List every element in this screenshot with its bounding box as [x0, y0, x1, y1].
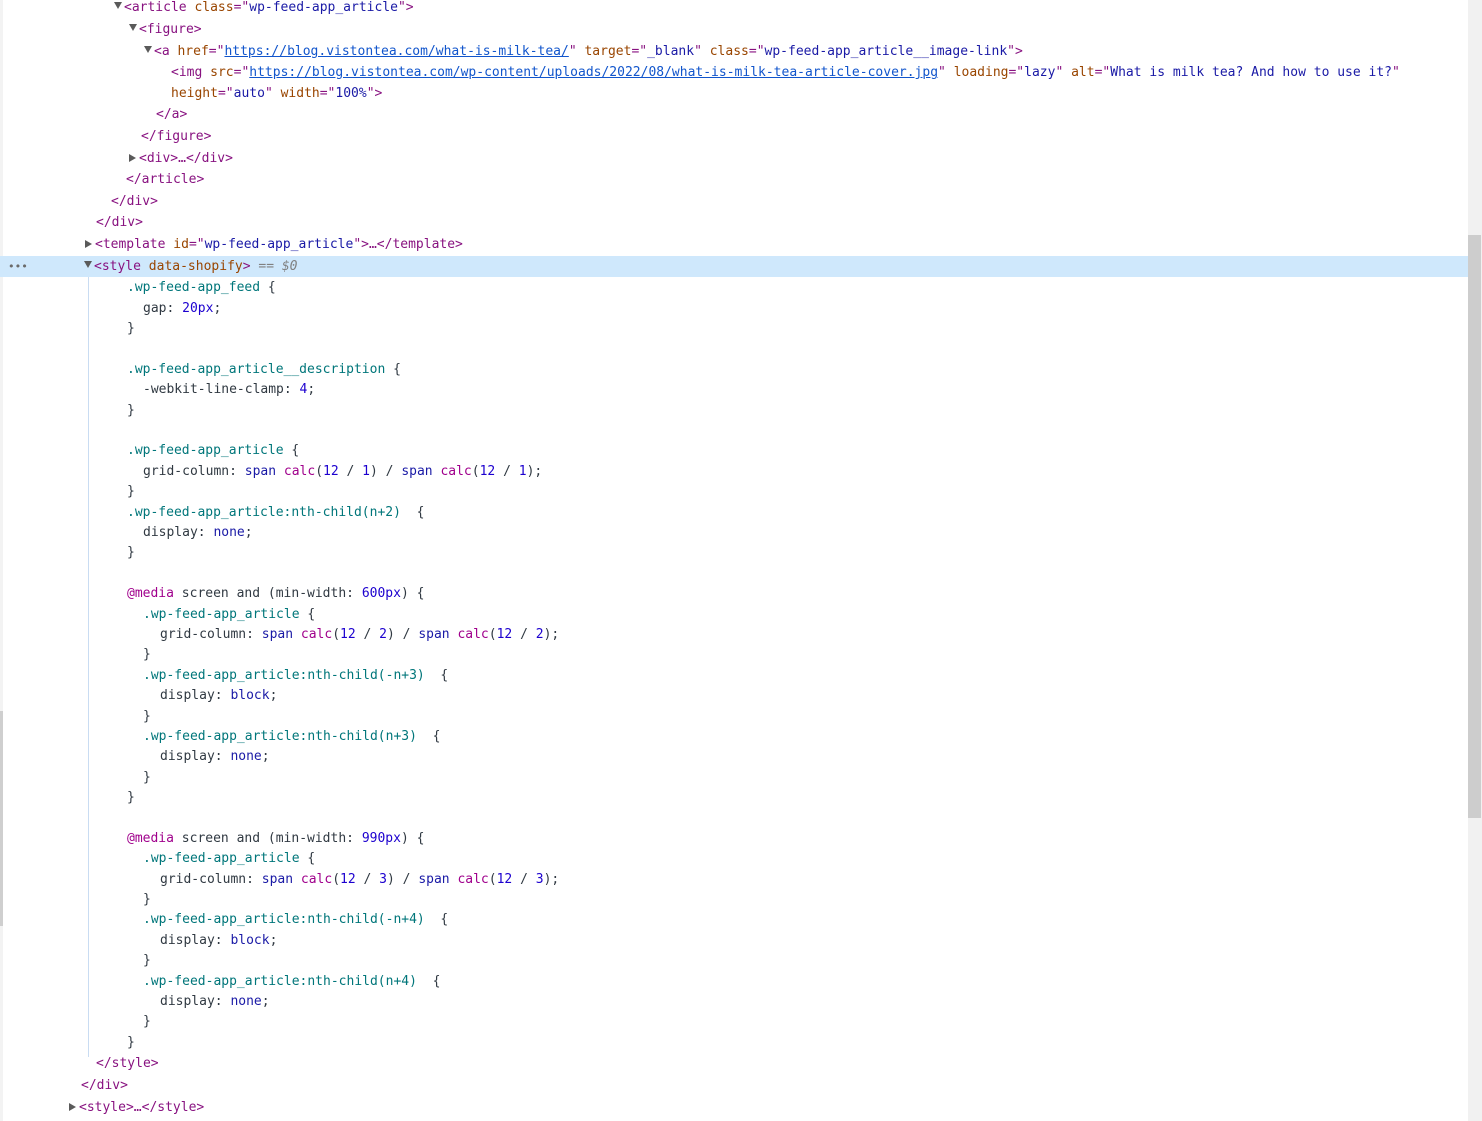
css-line: .wp-feed-app_article__description {: [127, 362, 401, 377]
dom-node-img-cont[interactable]: height="auto" width="100%">: [0, 84, 1468, 104]
css-line: }: [143, 709, 151, 724]
css-line: }: [143, 892, 151, 907]
dom-node-a-close[interactable]: </a>: [0, 105, 1468, 125]
dom-node-a[interactable]: <a href="https://blog.vistontea.com/what…: [0, 42, 1468, 62]
dom-node-div-collapsed[interactable]: <div>…</div>: [0, 149, 1468, 169]
dom-node-figure[interactable]: <figure>: [0, 20, 1468, 40]
css-line: }: [127, 403, 135, 418]
css-line: grid-column: span calc(12 / 3) / span ca…: [160, 872, 560, 887]
css-line: grid-column: span calc(12 / 2) / span ca…: [160, 627, 560, 642]
css-line: }: [127, 1035, 135, 1050]
dom-node-div-close[interactable]: </div>: [0, 213, 1468, 233]
css-line: }: [143, 647, 151, 662]
css-line: @media screen and (min-width: 600px) {: [127, 586, 425, 601]
css-line: -webkit-line-clamp: 4;: [143, 382, 316, 397]
css-line: .wp-feed-app_article {: [143, 851, 316, 866]
dom-node-style-collapsed[interactable]: <style>…</style>: [0, 1098, 1468, 1118]
collapse-triangle-icon[interactable]: [85, 239, 92, 248]
css-line: }: [143, 1014, 151, 1029]
dom-node-img[interactable]: <img src="https://blog.vistontea.com/wp-…: [0, 63, 1468, 83]
css-line: }: [127, 545, 135, 560]
css-line: display: none;: [160, 994, 270, 1009]
more-options-icon[interactable]: •••: [8, 256, 28, 277]
attr-value: wp-feed-app_article: [249, 0, 398, 15]
css-line: }: [143, 953, 151, 968]
css-line: .wp-feed-app_article:nth-child(n+3) {: [143, 729, 441, 744]
css-line: @media screen and (min-width: 990px) {: [127, 831, 425, 846]
css-line: .wp-feed-app_article:nth-child(n+4) {: [143, 974, 441, 989]
scrollbar-thumb[interactable]: [1468, 235, 1481, 818]
dom-node-template[interactable]: <template id="wp-feed-app_article">…</te…: [0, 235, 1468, 255]
expand-triangle-icon[interactable]: [144, 46, 152, 53]
css-line: grid-column: span calc(12 / 1) / span ca…: [143, 464, 543, 479]
href-link[interactable]: https://blog.vistontea.com/what-is-milk-…: [224, 44, 568, 59]
css-line: display: none;: [143, 525, 253, 540]
css-line: }: [127, 484, 135, 499]
tag: <article: [124, 0, 195, 15]
dom-node-style-close[interactable]: </style>: [0, 1054, 1468, 1074]
dom-node-div-close[interactable]: </div>: [0, 192, 1468, 212]
css-line: gap: 20px;: [143, 301, 222, 316]
expand-triangle-icon[interactable]: [129, 24, 137, 31]
css-line: .wp-feed-app_article {: [127, 443, 300, 458]
css-line: }: [127, 321, 135, 336]
attr-name: class: [194, 0, 234, 15]
selected-marker: == $0: [258, 259, 298, 274]
src-link[interactable]: https://blog.vistontea.com/wp-content/up…: [249, 65, 938, 80]
vertical-scrollbar[interactable]: [1468, 0, 1482, 1121]
css-line: display: none;: [160, 749, 270, 764]
expand-triangle-icon[interactable]: [114, 2, 122, 9]
css-line: }: [127, 790, 135, 805]
dom-node-article-close[interactable]: </article>: [0, 170, 1468, 190]
css-line: }: [143, 770, 151, 785]
css-line: display: block;: [160, 933, 278, 948]
dom-node-style-selected[interactable]: ••• <style data-shopify> == $0: [0, 256, 1468, 277]
css-line: .wp-feed-app_article {: [143, 607, 316, 622]
css-line: .wp-feed-app_feed {: [127, 280, 276, 295]
dom-node-div-close[interactable]: </div>: [0, 1076, 1468, 1096]
collapse-triangle-icon[interactable]: [129, 153, 136, 162]
dom-node-figure-close[interactable]: </figure>: [0, 127, 1468, 147]
collapse-triangle-icon[interactable]: [69, 1102, 76, 1111]
css-line: .wp-feed-app_article:nth-child(-n+4) {: [143, 912, 449, 927]
elements-panel: <article class="wp-feed-app_article"> <f…: [0, 0, 1468, 1121]
css-line: .wp-feed-app_article:nth-child(n+2) {: [127, 505, 425, 520]
dom-node-article[interactable]: <article class="wp-feed-app_article">: [0, 0, 1468, 18]
css-line: display: block;: [160, 688, 278, 703]
expand-triangle-icon[interactable]: [84, 261, 92, 268]
css-line: .wp-feed-app_article:nth-child(-n+3) {: [143, 668, 449, 683]
